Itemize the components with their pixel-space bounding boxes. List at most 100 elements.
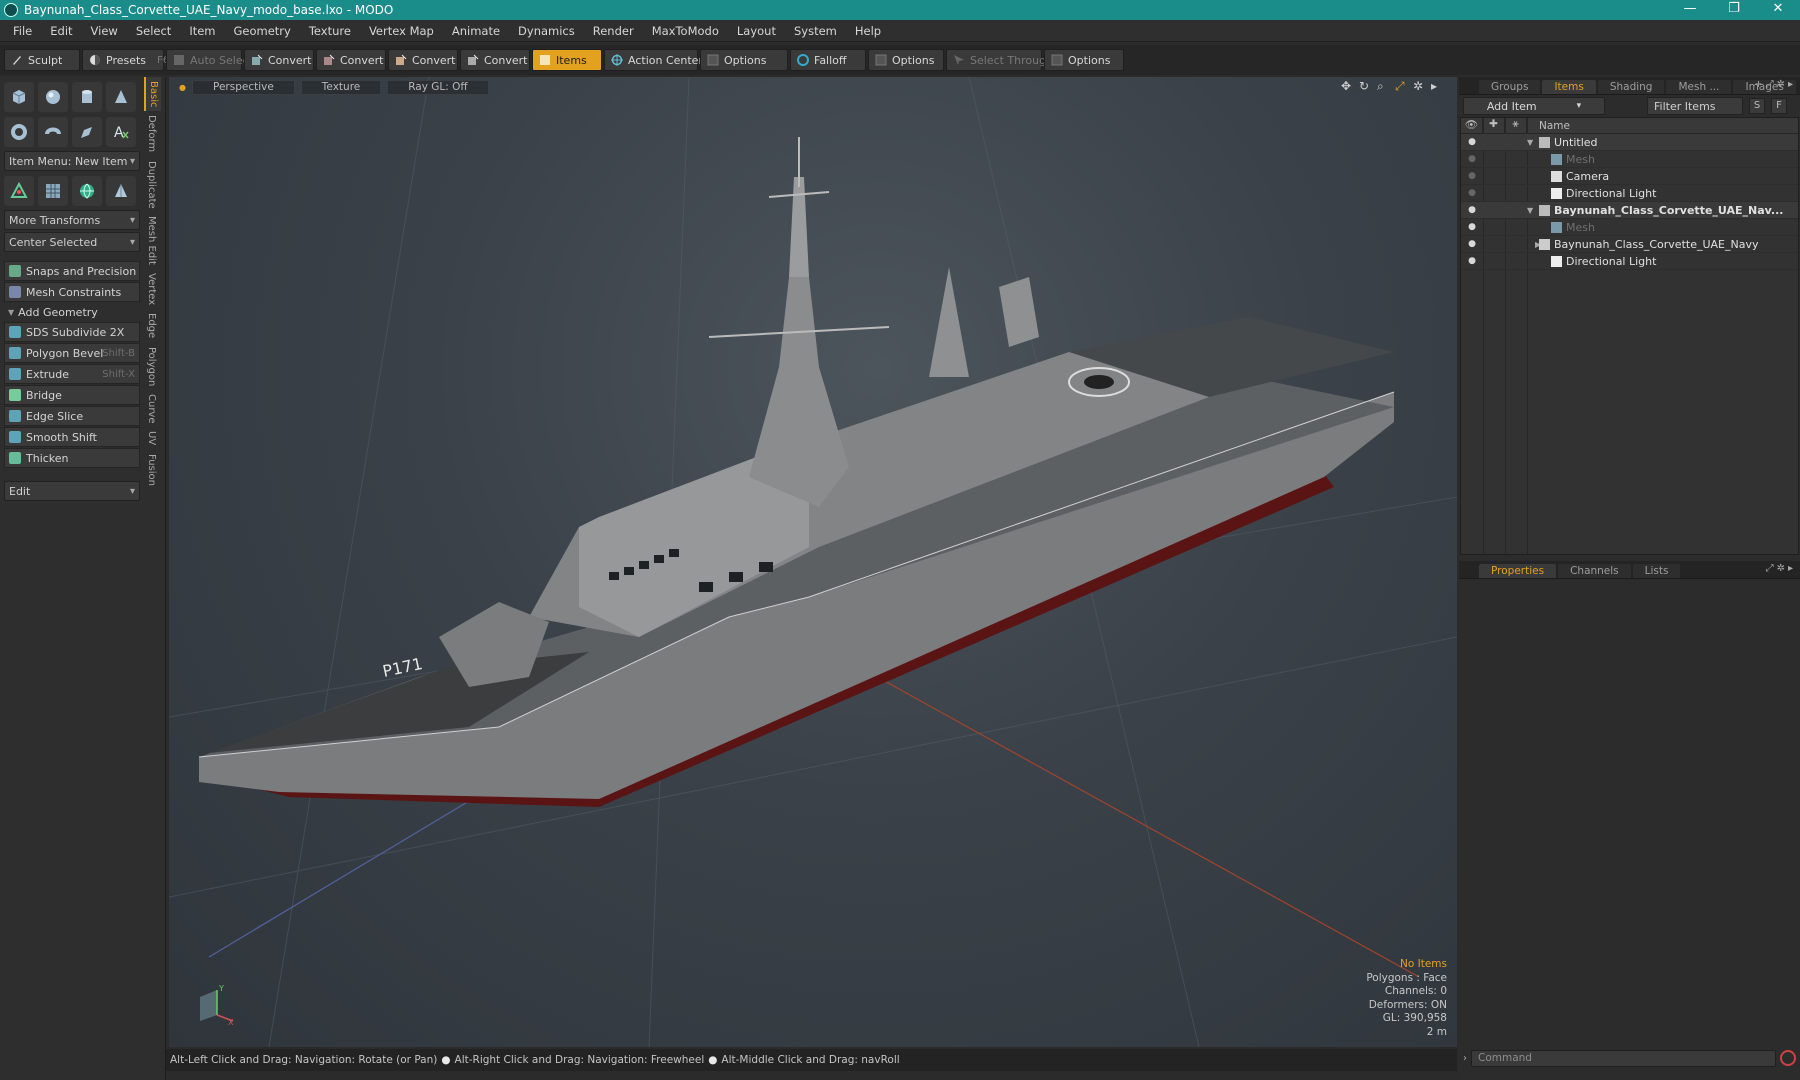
menu-dynamics[interactable]: Dynamics (509, 24, 584, 38)
filter-items-input[interactable]: Filter Items (1647, 97, 1743, 115)
cube-icon[interactable] (4, 82, 34, 112)
menu-system[interactable]: System (785, 24, 846, 38)
auto-select-button[interactable]: Auto Select (166, 49, 253, 71)
minimize-button[interactable]: — (1668, 0, 1712, 20)
cone-icon[interactable] (106, 82, 136, 112)
tab-items[interactable]: Items (1542, 80, 1596, 94)
menu-geometry[interactable]: Geometry (225, 24, 300, 38)
mesh-constraints-button[interactable]: Mesh Constraints (4, 282, 140, 302)
convert-button-1[interactable]: Convert (244, 49, 314, 71)
add-item-button[interactable]: Add Item ▾ (1463, 97, 1605, 115)
vtab-edge[interactable]: Edge (144, 309, 159, 342)
tab-properties[interactable]: Properties (1479, 564, 1557, 578)
expand-arrow-icon[interactable]: ▶ (1527, 240, 1541, 249)
convert-button-4[interactable]: Convert (460, 49, 530, 71)
items-mode-button[interactable]: Items (532, 49, 602, 71)
menu-file[interactable]: File (4, 24, 41, 38)
vtab-basic[interactable]: Basic (144, 77, 161, 112)
pen-icon[interactable] (72, 117, 102, 147)
record-macro-icon[interactable] (1780, 1050, 1796, 1066)
panel-options-icons[interactable]: +⤢✲▸ (1754, 79, 1796, 90)
tree-row-directional-light-2[interactable]: ● Directional Light (1461, 253, 1798, 270)
convert-button-2[interactable]: Convert (316, 49, 386, 71)
select-through-button[interactable]: Select Through (946, 49, 1053, 71)
expand-arrow-icon[interactable]: ▼ (1527, 206, 1539, 215)
more-transforms-dropdown[interactable]: More Transforms (4, 210, 140, 230)
render-column-icon[interactable]: ⚹ (1505, 117, 1527, 134)
globe-icon[interactable] (72, 176, 102, 206)
visibility-eye-icon[interactable]: 👁 (1461, 117, 1483, 134)
tree-row-camera[interactable]: ● Camera (1461, 168, 1798, 185)
options-button-3[interactable]: Options (1044, 49, 1124, 71)
s-toggle-button[interactable]: S (1749, 98, 1765, 114)
tab-mesh[interactable]: Mesh ... (1666, 80, 1732, 94)
transform-gizmo-icon[interactable] (4, 176, 34, 206)
3d-viewport[interactable]: P171 ● Perspective Texture Ray GL: Off ✥… (169, 77, 1457, 1047)
sds-subdivide-button[interactable]: SDS Subdivide 2X (4, 322, 140, 342)
bridge-button[interactable]: Bridge (4, 385, 140, 405)
options-button-2[interactable]: Options (868, 49, 944, 71)
vtab-uv[interactable]: UV (144, 427, 159, 449)
settings-gear-icon[interactable]: ✲ (1413, 80, 1425, 92)
sphere-icon[interactable] (38, 82, 68, 112)
visibility-eye-icon[interactable]: ● (1461, 222, 1483, 232)
lock-column-icon[interactable]: ✚ (1483, 117, 1505, 134)
menu-vertex-map[interactable]: Vertex Map (360, 24, 443, 38)
tree-row-baynunah-mesh[interactable]: ● ▶ Baynunah_Class_Corvette_UAE_Navy (1461, 236, 1798, 253)
maximize-button[interactable]: ❐ (1712, 0, 1756, 20)
zoom-icon[interactable]: ⌕ (1377, 80, 1389, 92)
texture-tab[interactable]: Texture (300, 79, 382, 95)
falloff-button[interactable]: Falloff (790, 49, 866, 71)
perspective-tab[interactable]: Perspective (191, 79, 295, 95)
center-selected-dropdown[interactable]: Center Selected (4, 232, 140, 252)
vtab-deform[interactable]: Deform (144, 111, 159, 156)
viewport-arrow-icon[interactable]: ▸ (1431, 80, 1443, 92)
sculpt-button[interactable]: Sculpt (4, 49, 80, 71)
visibility-eye-icon[interactable]: ● (1461, 205, 1483, 215)
visibility-eye-icon[interactable]: ● (1461, 171, 1483, 181)
convert-button-3[interactable]: Convert (388, 49, 458, 71)
smooth-shift-button[interactable]: Smooth Shift (4, 427, 140, 447)
snaps-precision-button[interactable]: Snaps and Precision (4, 261, 140, 281)
vtab-mesh-edit[interactable]: Mesh Edit (144, 212, 159, 269)
f-toggle-button[interactable]: F (1771, 98, 1787, 114)
action-center-button[interactable]: Action Center (604, 49, 703, 71)
item-menu-dropdown[interactable]: Item Menu: New Item (4, 151, 140, 171)
tree-row-mesh-2[interactable]: ● Mesh (1461, 219, 1798, 236)
panel-options-icons[interactable]: ⤢✲▸ (1766, 563, 1796, 574)
visibility-eye-icon[interactable]: ● (1461, 137, 1483, 147)
tab-lists[interactable]: Lists (1632, 564, 1681, 578)
expand-arrow-icon[interactable]: ▼ (1527, 138, 1539, 147)
menu-edit[interactable]: Edit (41, 24, 81, 38)
edge-slice-button[interactable]: Edge Slice (4, 406, 140, 426)
vtab-fusion[interactable]: Fusion (144, 450, 159, 490)
torus-icon[interactable] (4, 117, 34, 147)
pyramid-icon[interactable] (106, 176, 136, 206)
menu-view[interactable]: View (82, 24, 127, 38)
rotate-icon[interactable]: ↻ (1359, 80, 1371, 92)
menu-select[interactable]: Select (127, 24, 180, 38)
thicken-button[interactable]: Thicken (4, 448, 140, 468)
tree-row-untitled[interactable]: ● ▼ Untitled (1461, 134, 1798, 151)
tree-row-mesh[interactable]: ● Mesh (1461, 151, 1798, 168)
presets-button[interactable]: Presets F6 (82, 49, 169, 71)
menu-texture[interactable]: Texture (300, 24, 360, 38)
grid-icon[interactable] (38, 176, 68, 206)
visibility-eye-icon[interactable]: ● (1461, 188, 1483, 198)
vtab-duplicate[interactable]: Duplicate (144, 157, 159, 213)
pan-icon[interactable]: ✥ (1341, 80, 1353, 92)
extrude-button[interactable]: Extrude Shift-X (4, 364, 140, 384)
menu-help[interactable]: Help (846, 24, 890, 38)
tab-groups[interactable]: Groups (1479, 80, 1541, 94)
visibility-eye-icon[interactable]: ● (1461, 239, 1483, 249)
vtab-polygon[interactable]: Polygon (144, 343, 159, 390)
tab-channels[interactable]: Channels (1558, 564, 1631, 578)
menu-item[interactable]: Item (180, 24, 224, 38)
options-button-1[interactable]: Options (700, 49, 788, 71)
vtab-curve[interactable]: Curve (144, 390, 159, 428)
vtab-vertex[interactable]: Vertex (144, 269, 159, 309)
add-geometry-header[interactable]: ▼ Add Geometry (4, 303, 140, 321)
visibility-eye-icon[interactable]: ● (1461, 256, 1483, 266)
close-button[interactable]: ✕ (1756, 0, 1800, 20)
name-column-header[interactable]: Name (1527, 120, 1570, 132)
